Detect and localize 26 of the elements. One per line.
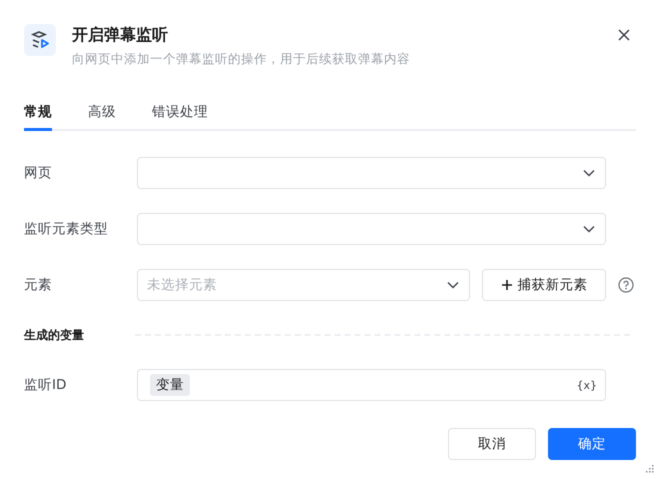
field-label: 元素 [24, 276, 53, 294]
field-label: 监听元素类型 [24, 220, 109, 238]
chevron-down-icon [447, 281, 459, 289]
cancel-button[interactable]: 取消 [448, 428, 536, 460]
variable-symbol[interactable]: {x} [576, 378, 597, 392]
dialog-subtitle: 向网页中添加一个弹幕监听的操作，用于后续获取弹幕内容 [72, 51, 410, 68]
tab[interactable]: 常规 [24, 103, 52, 131]
resize-grip-icon[interactable] [646, 465, 654, 473]
variable-tag: 变量 [150, 374, 190, 396]
variable-field[interactable]: 变量 {x} [137, 369, 606, 401]
confirm-button[interactable]: 确定 [548, 428, 636, 460]
dialog-title: 开启弹幕监听 [72, 24, 169, 46]
app-icon [24, 24, 56, 56]
chevron-down-icon [583, 225, 595, 233]
section-title: 生成的变量 [24, 326, 85, 344]
select-field[interactable] [137, 213, 606, 245]
select-field[interactable] [137, 157, 606, 189]
tab[interactable]: 高级 [88, 103, 116, 131]
chevron-down-icon [583, 169, 595, 177]
close-button[interactable] [616, 27, 632, 43]
capture-element-button[interactable]: 捕获新元素 [482, 269, 606, 301]
tab[interactable]: 错误处理 [152, 103, 208, 131]
plus-icon [500, 279, 512, 291]
help-icon[interactable] [618, 277, 634, 293]
field-label: 网页 [24, 164, 53, 182]
field-label: 监听ID [24, 376, 68, 394]
